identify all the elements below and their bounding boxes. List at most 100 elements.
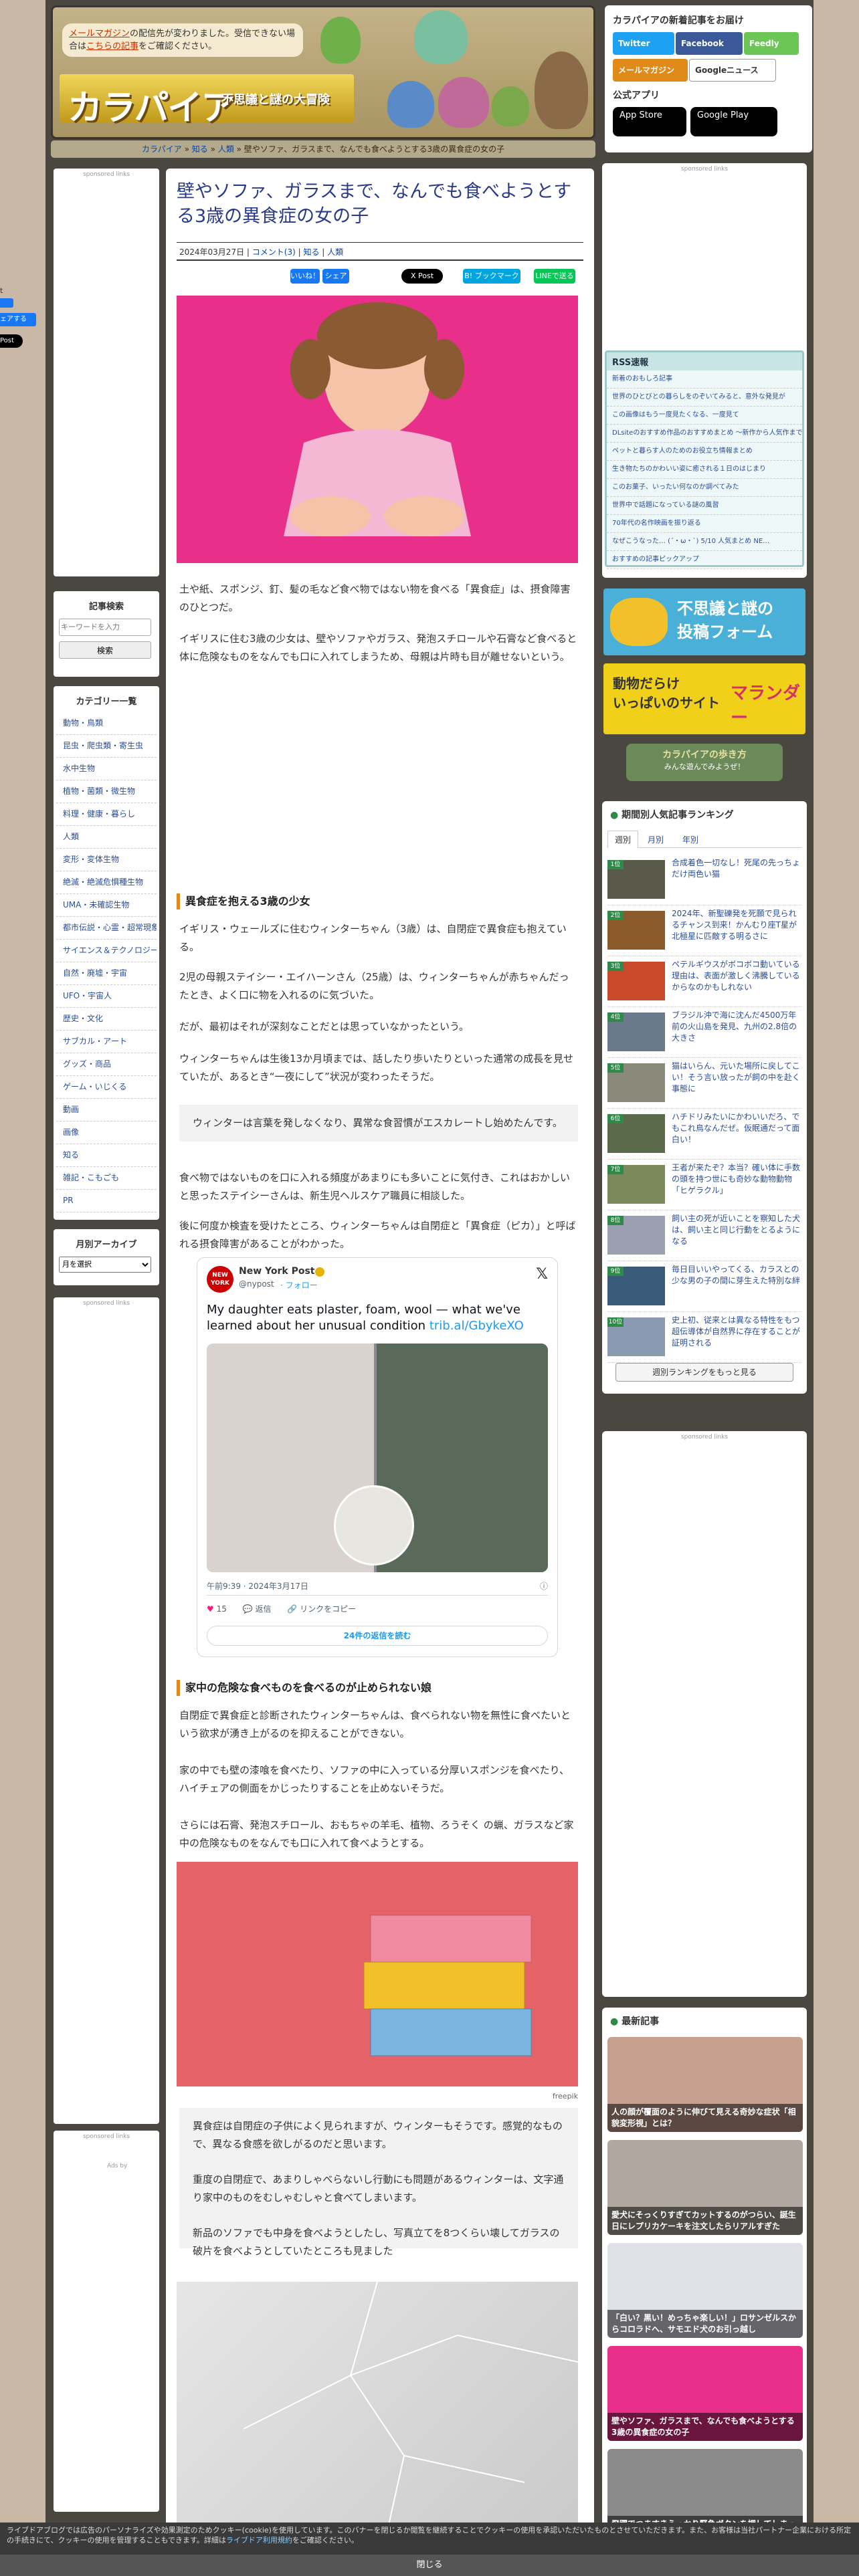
cookie-close-button[interactable]: 閉じる [0,2555,859,2576]
heart-icon[interactable]: ♥ [207,1604,214,1614]
latest-article-title[interactable]: 愛犬にそっくりすぎてカットするのがつらい、誕生日にレプリカケーキを注文したらリア… [607,2207,803,2235]
article-comment-link[interactable]: コメント(3) [252,247,296,257]
rss-item[interactable]: この画像はもう一度見たくなる、一度見て [607,407,802,425]
ranking-item-title[interactable]: 王者が来たぞ？本当？確い体に手数の頭を持つ世にも奇妙な動物動物「ヒゲラクル」 [672,1162,801,1196]
x-post-button[interactable]: X Post [401,269,443,284]
rss-item[interactable]: DLsiteのおすすめ作品のおすすめまとめ ～新作から人気作まで徹底紹介 [607,425,802,443]
category-link[interactable]: 人類 [56,826,157,849]
rss-item[interactable]: 新着のおもしろ記事 [607,370,802,389]
ranking-item[interactable]: 9位 毎日目いいやってくる、カラスとの少な男の子の間に芽生えた特別な絆 [607,1261,801,1312]
rss-item[interactable]: 世界中で話題になっている謎の風習 [607,497,802,515]
breadcrumb-human[interactable]: 人類 [218,144,234,154]
latest-article-title[interactable]: 壁やソファ、ガラスまで、なんでも食べようとする3歳の異食症の女の子 [607,2413,803,2441]
ranking-item[interactable]: 2位 2024年、新聖礫発を死願で見られるチャンス到来！かんむり座T星が北極星に匹… [607,905,801,956]
facebook-share-button[interactable]: シェア [322,269,349,284]
category-link[interactable]: 絶滅・絶滅危惧種生物 [56,871,157,894]
mailmagazine-button[interactable]: メールマガジン [613,59,688,82]
left-edge-share-button[interactable]: ェアする [0,313,36,326]
maranda-banner[interactable]: 動物だらけ いっぱいのサイト マランダー [603,663,805,734]
category-link[interactable]: 植物・菌類・微生物 [56,780,157,803]
rss-item[interactable]: なぜこうなった… (´・ω・`) 5/10 人気まとめ NE… [607,533,802,551]
latest-article-title[interactable]: 人の顔が覆面のように伸びて見える奇妙な症状「相貌変形視」とは？ [607,2104,803,2132]
ranking-item[interactable]: 1位 合成着色一切なし！死尾の先っちょだけ両色い猫 [607,855,801,905]
category-link[interactable]: 雑記・こもごも [56,1167,157,1190]
info-icon[interactable]: ⓘ [540,1580,548,1592]
facebook-follow-button[interactable]: Facebook [676,32,743,55]
breadcrumb-home[interactable]: カラパイア [142,144,182,154]
search-input[interactable] [59,619,151,636]
article-category-link-2[interactable]: 人類 [327,247,343,257]
category-link[interactable]: 都市伝説・心霊・超常現象 [56,917,157,940]
ranking-item-title[interactable]: 飼い主の死が近いことを察知した犬は、飼い主と同じ行動をとるようになる [672,1213,801,1247]
category-link[interactable]: 自然・廃墟・宇宙 [56,962,157,985]
tweet-author-name[interactable]: New York Post [239,1266,314,1277]
rss-item[interactable]: 70年代の名作映画を振り返る [607,515,802,533]
ranking-item[interactable]: 6位 ハチドリみたいにかわいいだろ、でもこれ鳥なんだぜ。仮眠通だって面白い！ [607,1109,801,1160]
ranking-item-title[interactable]: 猫はいらん、元いた場所に戻してこい！そう言い放ったが飼の中を赴く事態に [672,1061,801,1095]
category-link[interactable]: UMA・未確認生物 [56,894,157,917]
category-link[interactable]: UFO・宇宙人 [56,985,157,1008]
guide-banner[interactable]: カラパイアの歩き方 みんな遊んでみようぜ！ [626,744,783,781]
category-link[interactable]: 料理・健康・暮らし [56,803,157,826]
submission-form-banner[interactable]: 不思議と謎の 投稿フォーム [603,588,805,655]
rss-item[interactable]: 生き物たちのかわいい姿に癒される１日のはじまり [607,461,802,479]
archive-select[interactable]: 月を選択 [59,1257,151,1273]
latest-article-card[interactable]: 人の顔が覆面のように伸びて見える奇妙な症状「相貌変形視」とは？ [607,2037,803,2132]
embedded-tweet[interactable]: NEW YORK New York Post @nypost · フォロー 𝕏 M… [197,1257,558,1657]
appstore-button[interactable]: App Store [613,107,686,136]
link-icon[interactable]: 🔗 [287,1604,297,1614]
category-link[interactable]: サブカル・アート [56,1031,157,1053]
tweet-copy-label[interactable]: リンクをコピー [300,1604,356,1614]
latest-article-card[interactable]: 愛犬にそっくりすぎてカットするのがつらい、誕生日にレプリカケーキを注文したらリア… [607,2140,803,2235]
category-link[interactable]: 画像 [56,1121,157,1144]
search-button[interactable]: 検索 [59,641,151,659]
ranking-item-title[interactable]: 2024年、新聖礫発を死願で見られるチャンス到来！かんむり座T星が北極星に匹敵す… [672,908,801,942]
ranking-item-title[interactable]: ハチドリみたいにかわいいだろ、でもこれ鳥なんだぜ。仮眠通だって面白い！ [672,1111,801,1146]
tweet-time[interactable]: 午前9:39 · 2024年3月17日 [207,1580,308,1592]
ranking-item[interactable]: 5位 猫はいらん、元いた場所に戻してこい！そう言い放ったが飼の中を赴く事態に [607,1058,801,1109]
tweet-image[interactable] [207,1344,548,1572]
tweet-follow-link[interactable]: · フォロー [280,1279,318,1291]
ranking-item[interactable]: 8位 飼い主の死が近いことを察知した犬は、飼い主と同じ行動をとるようになる [607,1210,801,1261]
hatena-bookmark-button[interactable]: B! ブックマーク [463,269,520,284]
ranking-more-button[interactable]: 週別ランキングをもっと見る [615,1363,793,1382]
google-news-button[interactable]: Googleニュース [689,59,776,82]
category-link[interactable]: グッズ・商品 [56,1053,157,1076]
category-link[interactable]: 動画 [56,1099,157,1121]
rss-item[interactable]: 世界のひとびとの暮らしをのぞいてみると、意外な発見が [607,389,802,407]
ranking-item-title[interactable]: ペテルギウスがボコボコ動いている理由は、表面が激しく沸騰しているからなのかもしれ… [672,959,801,993]
ranking-tab-weekly[interactable]: 週別 [607,831,639,848]
category-link[interactable]: 昆虫・爬虫類・寄生虫 [56,735,157,758]
ranking-item-title[interactable]: 毎日目いいやってくる、カラスとの少な男の子の間に芽生えた特別な絆 [672,1264,801,1287]
googleplay-button[interactable]: Google Play [690,107,777,136]
category-link[interactable]: PR [56,1190,157,1212]
ranking-item[interactable]: 4位 ブラジル沖で海に沈んだ4500万年前の火山島を発見、九州の2.8倍の大きさ [607,1007,801,1058]
rss-item[interactable]: このお菓子、いったい何なのか調べてみた [607,479,802,497]
category-link[interactable]: サイエンス＆テクノロジー [56,940,157,962]
reply-icon[interactable]: 💬 [243,1604,253,1614]
rss-item[interactable]: ペットと暮らす人のためのお役立ち情報まとめ [607,443,802,461]
category-link[interactable]: 水中生物 [56,758,157,780]
twitter-follow-button[interactable]: Twitter [613,32,674,55]
cookie-terms-link[interactable]: ライブドア利用規約 [226,2536,292,2545]
category-link[interactable]: 知る [56,1144,157,1167]
ranking-item[interactable]: 7位 王者が来たぞ？本当？確い体に手数の頭を持つ世にも奇妙な動物動物「ヒゲラクル」 [607,1160,801,1210]
breadcrumb-know[interactable]: 知る [192,144,208,154]
ranking-item-title[interactable]: 史上初、従来とは異なる特性をもつ超伝導体が自然界に存在することが証明される [672,1315,801,1349]
category-link[interactable]: 動物・鳥類 [56,712,157,735]
newsletter-link[interactable]: メールマガジン [69,29,130,39]
ranking-item[interactable]: 10位 史上初、従来とは異なる特性をもつ超伝導体が自然界に存在することが証明される [607,1312,801,1363]
category-link[interactable]: 歴史・文化 [56,1008,157,1031]
feedly-follow-button[interactable]: Feedly [744,32,799,55]
facebook-like-button[interactable]: いいね！ [290,269,320,284]
rss-item[interactable]: おすすめの記事ピックアップ [607,551,802,569]
tweet-read-replies-button[interactable]: 24件の返信を読む [207,1626,548,1646]
category-link[interactable]: ゲーム・いじくる [56,1076,157,1099]
ranking-tab-monthly[interactable]: 月別 [638,831,673,848]
notice-article-link[interactable]: こちらの記事 [86,41,138,51]
tweet-reply-label[interactable]: 返信 [255,1604,271,1614]
ranking-item[interactable]: 3位 ペテルギウスがボコボコ動いている理由は、表面が激しく沸騰しているからなのかも… [607,956,801,1007]
latest-article-card[interactable]: 「白い？黒い！めっちゃ楽しい！」ロサンゼルスからコロラドへ、サモエド犬のお引っ越… [607,2243,803,2338]
left-edge-facebook-button[interactable] [0,298,13,308]
tweet-link[interactable]: trib.al/GbykeXO [430,1319,524,1333]
